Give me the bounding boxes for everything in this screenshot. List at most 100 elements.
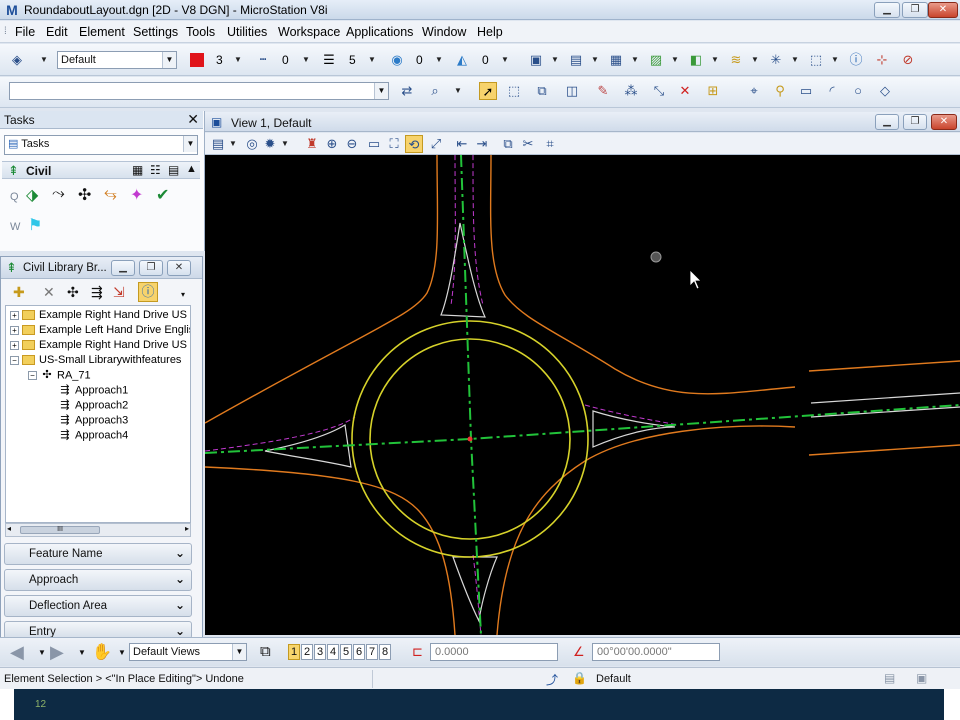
color-swatch-icon[interactable]	[190, 53, 204, 67]
circle-icon[interactable]: ○	[849, 82, 867, 100]
measure-icon[interactable]: ⊹	[873, 51, 891, 69]
layers-icon[interactable]: ≋	[727, 51, 745, 69]
tree-item[interactable]: − ✣ RA_71	[28, 368, 91, 383]
detail-view-icon[interactable]: ▤	[168, 163, 179, 177]
level-manager-dropdown-arrow[interactable]: ▼	[711, 51, 719, 69]
active-level-status[interactable]: Default	[596, 673, 631, 685]
angle-field[interactable]: 00°00'00.0000"	[592, 643, 720, 661]
icon-view-icon[interactable]: ▦	[132, 163, 143, 177]
references-dropdown-arrow[interactable]: ▼	[631, 51, 639, 69]
minimize-button[interactable]: ▁	[874, 2, 900, 18]
section-deflection-area[interactable]: Deflection Area ⌄	[4, 595, 192, 617]
references-icon[interactable]: ▦	[607, 51, 625, 69]
menu-settings[interactable]: Settings	[133, 25, 178, 39]
manipulate-icon[interactable]: ⧉	[533, 82, 551, 100]
tree-horizontal-scrollbar[interactable]: ◂ III ▸	[5, 523, 191, 537]
template-tool-icon[interactable]: ✦	[130, 185, 143, 205]
view-maximize-button[interactable]: ❐	[903, 114, 927, 130]
expand-icon[interactable]: +	[10, 340, 19, 350]
place-point-icon[interactable]: ⌖	[745, 82, 763, 100]
list-view-icon[interactable]: ☷	[150, 163, 161, 177]
groups-icon[interactable]: ◫	[563, 82, 581, 100]
raster-icon[interactable]: ▨	[647, 51, 665, 69]
change-attributes-icon[interactable]: ✎	[594, 82, 612, 100]
menu-applications[interactable]: Applications	[346, 25, 413, 39]
arc-icon[interactable]: ◜	[823, 82, 841, 100]
keyin-tool-icon[interactable]: ⇄	[398, 82, 416, 100]
file-dropdown-arrow[interactable]: ▼	[591, 51, 599, 69]
view-groups-icon[interactable]: ⧉	[260, 643, 271, 660]
key-in-field[interactable]: ▼	[9, 82, 389, 100]
tasks-dropdown[interactable]: ▤ Tasks ▼	[4, 135, 198, 155]
view-button-5[interactable]: 5	[340, 644, 352, 660]
layers-dropdown-arrow[interactable]: ▼	[751, 51, 759, 69]
minimize-button[interactable]: ▁	[111, 260, 135, 276]
fence-icon[interactable]: ⬚	[505, 82, 523, 100]
tree-item[interactable]: − US-Small Librarywithfeatures	[10, 353, 181, 368]
zoom-in-icon[interactable]: ⊕	[323, 135, 341, 153]
snap-mode-icon[interactable]: ⤴	[546, 671, 558, 688]
info-icon[interactable]: ⓘ	[138, 282, 158, 302]
forward-icon[interactable]: ▶	[50, 642, 64, 663]
design-history-icon[interactable]: ▣	[916, 671, 927, 685]
new-library-icon[interactable]: ✚	[13, 284, 25, 301]
shape-icon[interactable]: ◇	[876, 82, 894, 100]
transparency-dropdown-arrow[interactable]: ▼	[435, 51, 443, 69]
view-button-1[interactable]: 1	[288, 644, 300, 660]
tree-item[interactable]: ⇶ Approach1	[46, 383, 128, 398]
check-tool-icon[interactable]: ✔	[156, 185, 169, 205]
view-previous-icon[interactable]: ⇤	[453, 135, 471, 153]
update-view-icon[interactable]: ♜	[303, 135, 321, 153]
delete-icon[interactable]: ✕	[43, 284, 55, 301]
corridor-tool-icon[interactable]: ⥃	[104, 185, 117, 203]
expand-icon[interactable]: +	[10, 310, 19, 320]
fit-view-icon[interactable]: ⛶	[385, 135, 403, 153]
saved-views-combo[interactable]: Default Views ▼	[129, 643, 247, 661]
search-icon[interactable]: ⌕	[426, 82, 444, 100]
scroll-thumb[interactable]: III	[20, 526, 100, 534]
pan-view-icon[interactable]: ⤢	[427, 135, 445, 153]
rectangle-icon[interactable]: ▭	[797, 82, 815, 100]
toolbar-overflow-icon[interactable]: ▾	[181, 290, 185, 299]
tree-item[interactable]: ⇶ Approach4	[46, 428, 128, 443]
color-dropdown-arrow[interactable]: ▼	[234, 51, 242, 69]
lighting-dropdown-arrow[interactable]: ▼	[281, 135, 289, 153]
menu-help[interactable]: Help	[477, 25, 503, 39]
window-area-icon[interactable]: ▭	[365, 135, 383, 153]
tree-item[interactable]: + Example Left Hand Drive English	[10, 323, 190, 338]
pointer-dropdown-arrow[interactable]: ▼	[118, 648, 126, 657]
menu-edit[interactable]: Edit	[46, 25, 68, 39]
accudraw-icon[interactable]: ⬚	[807, 51, 825, 69]
collapse-icon[interactable]: −	[10, 355, 19, 365]
distance-field[interactable]: 0.0000	[430, 643, 558, 661]
back-dropdown-arrow[interactable]: ▼	[38, 648, 46, 657]
view-button-3[interactable]: 3	[314, 644, 326, 660]
maximize-button[interactable]: ❐	[139, 260, 163, 276]
tree-item[interactable]: ⇶ Approach2	[46, 398, 128, 413]
lock-icon[interactable]: 🔒	[572, 671, 587, 685]
back-icon[interactable]: ◀	[10, 642, 24, 663]
element-attributes-icon[interactable]: ◈	[8, 51, 26, 69]
zoom-out-icon[interactable]: ⊖	[343, 135, 361, 153]
file-status-icon[interactable]: ▤	[884, 671, 895, 685]
attributes-dropdown-arrow[interactable]: ▼	[40, 51, 48, 69]
tree-item[interactable]: ⇶ Approach3	[46, 413, 128, 428]
camera-icon[interactable]: ⌗	[541, 135, 559, 153]
section-feature-name[interactable]: Feature Name ⌄	[4, 543, 192, 565]
view-display-icon[interactable]: ◎	[243, 135, 261, 153]
element-selection-arrow-icon[interactable]: ➚	[479, 82, 497, 100]
menu-element[interactable]: Element	[79, 25, 125, 39]
close-button[interactable]: ✕	[928, 2, 958, 18]
add-approach-icon[interactable]: ⇶	[91, 284, 103, 301]
copy-view-icon[interactable]: ⧉	[499, 135, 517, 153]
snaps-icon[interactable]: ✳	[767, 51, 785, 69]
file-icon[interactable]: ▤	[567, 51, 585, 69]
civil-task-header[interactable]: ⇞ Civil ▦ ☷ ▤ ▲	[2, 161, 200, 179]
measure-tools-icon[interactable]: ⊞	[704, 82, 722, 100]
search-dropdown-arrow[interactable]: ▼	[454, 82, 462, 100]
transparency-globe-icon[interactable]: ◉	[388, 51, 406, 69]
forward-dropdown-arrow[interactable]: ▼	[78, 648, 86, 657]
clip-volume-icon[interactable]: ✂	[519, 135, 537, 153]
line-style-icon[interactable]: ┅	[254, 51, 272, 69]
view-button-7[interactable]: 7	[366, 644, 378, 660]
